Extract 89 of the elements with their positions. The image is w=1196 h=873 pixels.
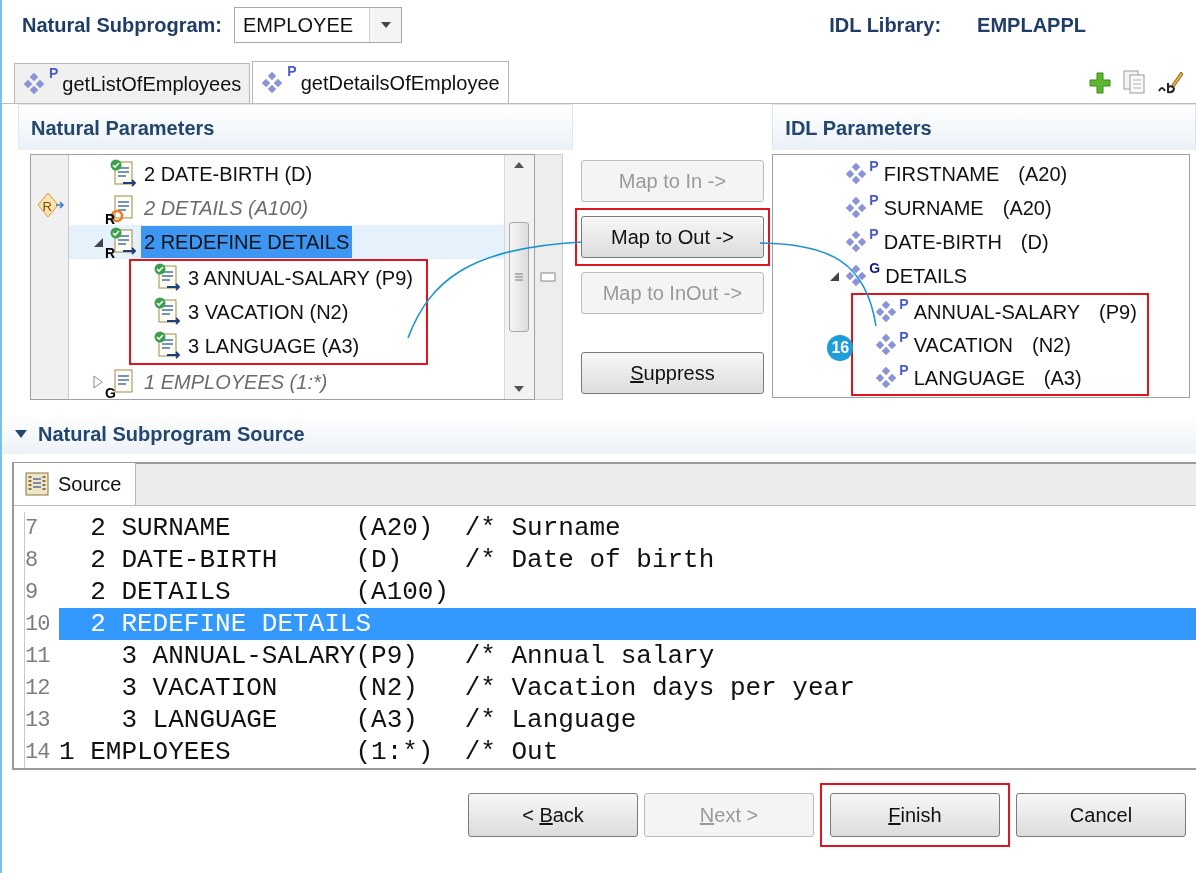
tree-item[interactable]: 2 REDEFINE DETAILS xyxy=(141,226,353,258)
type-marker: G xyxy=(105,386,116,399)
parameter-icon xyxy=(845,163,868,185)
tree-item[interactable]: ANNUAL-SALARY xyxy=(910,295,1084,328)
source-tab[interactable]: Source xyxy=(14,463,137,505)
code-line: 2 DATE-BIRTH (D) /* Date of birth xyxy=(89,544,716,576)
line-number: 12 xyxy=(25,674,51,703)
tree-item[interactable]: DETAILS xyxy=(882,260,971,292)
tree-item[interactable]: 2 DATE-BIRTH (D) xyxy=(141,158,316,190)
parameter-type: (A3) xyxy=(1043,365,1082,391)
parameter-type: (N2) xyxy=(1032,332,1071,358)
document-check-icon xyxy=(153,331,183,361)
vertical-scrollbar[interactable] xyxy=(503,155,534,399)
parameter-icon xyxy=(845,265,868,287)
parameter-type: (D) xyxy=(1020,230,1049,255)
collapse-icon[interactable] xyxy=(828,270,841,282)
scroll-up-icon xyxy=(513,161,526,169)
method-icon xyxy=(23,72,45,95)
parameter-icon xyxy=(845,231,868,253)
document-check-icon xyxy=(153,263,183,293)
map-button[interactable]: Suppress xyxy=(580,352,764,394)
document-check-icon xyxy=(153,297,183,327)
parameter-type: (P9) xyxy=(1099,299,1137,325)
wizard-button[interactable]: < Back xyxy=(468,793,638,837)
tree-item[interactable]: VACATION xyxy=(910,328,1016,361)
code-line: 3 ANNUAL-SALARY(P9) /* Annual salary xyxy=(120,640,716,672)
document-check-icon xyxy=(109,159,139,189)
scroll-down-icon xyxy=(513,385,526,393)
collapse-icon[interactable] xyxy=(92,236,104,248)
type-marker: P xyxy=(49,66,59,80)
method-icon xyxy=(261,71,284,94)
tree-item[interactable]: 3 LANGUAGE (A3) xyxy=(185,330,363,362)
redefine-diamond-icon xyxy=(35,191,64,219)
tree-item[interactable]: FIRSTNAME xyxy=(880,158,1003,190)
line-number: 9 xyxy=(25,578,39,607)
line-number: 8 xyxy=(25,546,39,575)
line-number: 10 xyxy=(25,610,51,639)
panel-title: IDL Parameters xyxy=(772,104,1196,150)
wizard-button[interactable]: Finish xyxy=(830,793,1000,837)
type-marker: G xyxy=(869,261,881,275)
line-number: 13 xyxy=(25,706,51,735)
parameter-icon xyxy=(845,197,868,219)
parameter-icon xyxy=(875,366,898,389)
panel-title: Natural Parameters xyxy=(18,104,573,150)
type-marker: P xyxy=(899,330,909,344)
code-line: 3 LANGUAGE (A3) /* Language xyxy=(120,704,638,736)
line-number: 14 xyxy=(25,738,51,767)
tree-item[interactable]: 1 EMPLOYEES (1:*) xyxy=(141,366,331,398)
tree-item[interactable]: 2 DETAILS (A100) xyxy=(141,192,312,224)
type-marker: P xyxy=(869,159,879,173)
field-label: Natural Subprogram: xyxy=(22,13,223,38)
library-name: EMPLAPPL xyxy=(977,13,1086,38)
type-marker: R xyxy=(105,212,116,226)
expand-icon[interactable] xyxy=(92,375,104,389)
restore-icon xyxy=(540,272,557,282)
add-icon xyxy=(1088,71,1112,95)
code-line: 2 SURNAME (A20) /* Surname xyxy=(89,512,622,544)
parameter-type: (A20) xyxy=(1018,162,1068,187)
dropdown-arrow-icon xyxy=(379,21,392,29)
tree-item[interactable]: SURNAME xyxy=(880,192,987,224)
type-marker: P xyxy=(869,227,879,241)
code-line: 3 VACATION (N2) /* Vacation days per year xyxy=(120,672,856,704)
tree-item[interactable]: DATE-BIRTH xyxy=(880,226,1005,258)
subprogram-dropdown[interactable]: EMPLOYEE xyxy=(234,7,403,43)
tree-item[interactable]: LANGUAGE xyxy=(910,361,1028,394)
line-number: 11 xyxy=(25,642,51,671)
wizard-button[interactable]: Cancel xyxy=(1016,793,1186,837)
line-number: 7 xyxy=(25,514,39,543)
type-marker: P xyxy=(899,363,909,377)
type-marker: R xyxy=(42,198,52,216)
parameter-type: (A20) xyxy=(1002,196,1052,221)
tree-item[interactable]: 3 VACATION (N2) xyxy=(185,296,352,328)
copy-icon xyxy=(1122,69,1146,95)
code-line: 1 EMPLOYEES (1:*) /* Out xyxy=(59,736,560,768)
parameter-icon xyxy=(875,300,898,323)
type-marker: P xyxy=(899,297,909,311)
step-callout: 16 xyxy=(827,334,854,361)
parameter-icon xyxy=(875,333,898,356)
type-marker: P xyxy=(869,193,879,207)
type-marker: P xyxy=(287,64,297,78)
map-button[interactable]: Map to Out -> xyxy=(580,216,764,258)
section-title: Natural Subprogram Source xyxy=(38,422,305,447)
source-file-icon xyxy=(24,471,50,497)
tree-item[interactable]: 3 ANNUAL-SALARY (P9) xyxy=(185,262,416,294)
type-marker: R xyxy=(105,246,116,260)
grip-icon xyxy=(514,272,525,282)
field-label: IDL Library: xyxy=(829,13,942,38)
code-line: 2 DETAILS (A100) xyxy=(89,576,451,608)
rename-icon xyxy=(1156,69,1184,95)
